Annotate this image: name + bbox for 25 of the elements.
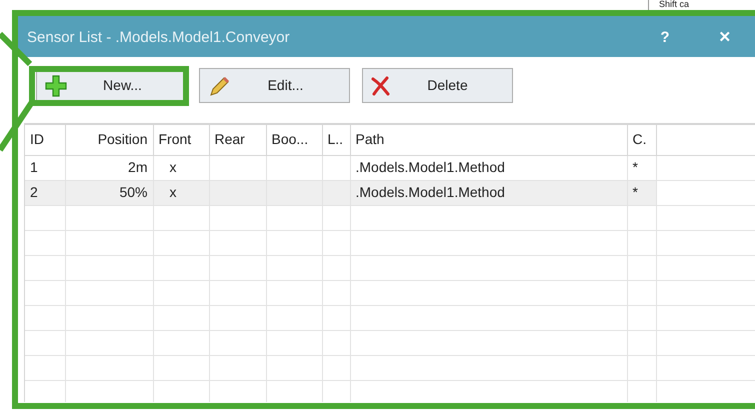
pencil-icon: [208, 74, 230, 96]
table-cell: x: [170, 184, 176, 200]
column-header[interactable]: ID: [25, 125, 65, 155]
column-header[interactable]: Rear: [209, 125, 266, 155]
column-header[interactable]: Boo...: [266, 125, 322, 155]
plus-icon: [45, 74, 67, 96]
delete-x-icon: [371, 76, 391, 96]
column-header[interactable]: Path: [350, 125, 627, 155]
table-cell: 2: [30, 184, 38, 200]
table-cell: 1: [30, 159, 38, 175]
background-text: Shift ca: [659, 0, 690, 9]
column-header[interactable]: Position: [65, 125, 153, 155]
table-cell: 2m: [128, 159, 148, 175]
table-cell: .Models.Model1.Method: [356, 184, 505, 200]
table-cell: *: [632, 159, 638, 175]
column-header[interactable]: L..: [322, 125, 350, 155]
window-title: Sensor List - .Models.Model1.Conveyor: [27, 28, 291, 48]
column-header[interactable]: C.: [627, 125, 656, 155]
table-cell: .Models.Model1.Method: [356, 159, 505, 175]
delete-button[interactable]: Delete: [362, 68, 513, 103]
table-cell: 50%: [119, 184, 148, 200]
table-cell: *: [632, 184, 638, 200]
column-header[interactable]: Front: [153, 125, 209, 155]
edit-button[interactable]: Edit...: [199, 68, 350, 103]
table-cell: x: [170, 159, 176, 175]
